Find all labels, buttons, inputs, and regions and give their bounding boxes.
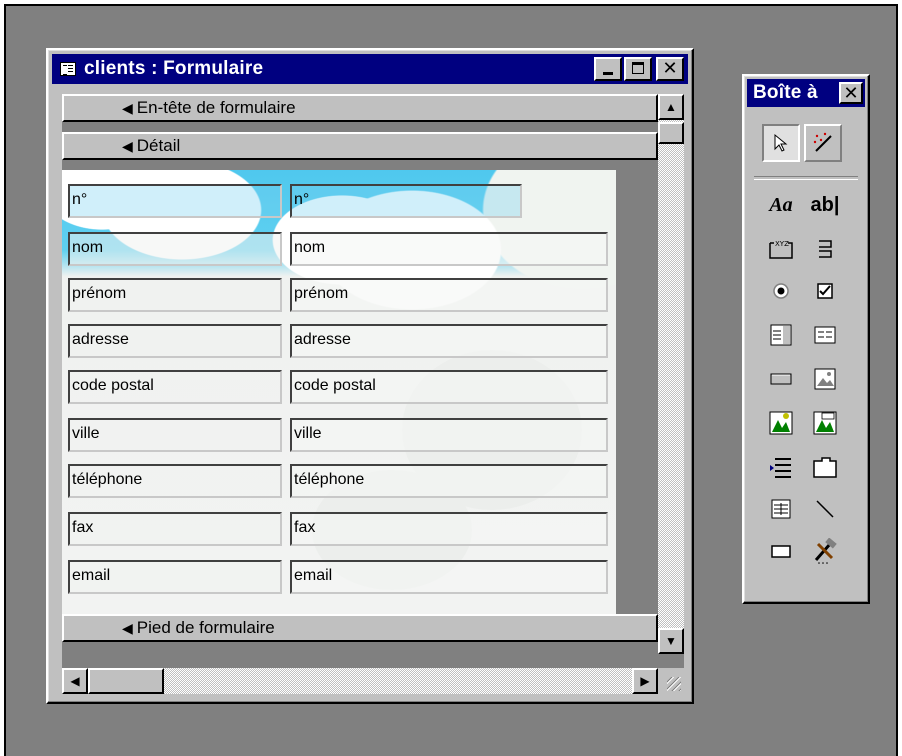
command-button-icon <box>770 373 792 385</box>
page-break-icon <box>770 458 791 478</box>
pointer-icon <box>774 133 788 152</box>
minimize-button[interactable] <box>594 57 622 81</box>
bound-object-icon <box>813 411 837 435</box>
image-icon <box>814 368 836 390</box>
form-titlebar[interactable]: clients : Formulaire ✕ <box>52 54 688 84</box>
scroll-up-button[interactable]: ▲ <box>658 94 684 120</box>
combo-box-icon <box>770 324 792 346</box>
toolbox-title: Boîte à <box>753 82 818 103</box>
textbox-tool[interactable]: ab| <box>806 186 844 224</box>
form-footer-bar[interactable]: ◀ Pied de formulaire <box>62 614 658 642</box>
textbox-telephone[interactable]: téléphone <box>290 464 608 498</box>
list-box-tool[interactable] <box>806 316 844 354</box>
option-group-icon: XYZ <box>769 240 793 259</box>
form-header-bar[interactable]: ◀ En-tête de formulaire <box>62 94 658 122</box>
unbound-object-icon <box>769 411 793 435</box>
rectangle-tool[interactable] <box>762 532 800 570</box>
textbox-email[interactable]: email <box>290 560 608 594</box>
form-icon <box>60 62 76 76</box>
more-controls-tool[interactable] <box>806 532 844 570</box>
form-header-label: En-tête de formulaire <box>136 98 296 117</box>
label-email[interactable]: email <box>68 560 282 594</box>
toggle-button-tool[interactable] <box>806 230 844 268</box>
command-button-tool[interactable] <box>762 360 800 398</box>
scroll-right-button[interactable]: ▶ <box>632 668 658 694</box>
line-tool[interactable] <box>806 490 844 528</box>
option-group-tool[interactable]: XYZ <box>762 230 800 268</box>
control-wizards-tool[interactable] <box>804 124 842 162</box>
close-button[interactable]: ✕ <box>656 57 684 81</box>
line-icon <box>816 500 834 518</box>
label-tool[interactable]: Aa <box>762 186 800 224</box>
textbox-adresse[interactable]: adresse <box>290 324 608 358</box>
detail-unused-area <box>616 170 658 614</box>
magic-wand-icon <box>813 132 832 152</box>
form-design-area: ◀ En-tête de formulaire ◀ Détail n° n° n… <box>62 94 684 694</box>
toolbox-window: Boîte à ✕ Aa ab| XYZ <box>742 74 870 604</box>
scroll-left-button[interactable]: ◀ <box>62 668 88 694</box>
textbox-prenom[interactable]: prénom <box>290 278 608 312</box>
window-title: clients : Formulaire <box>84 58 264 79</box>
combo-box-tool[interactable] <box>762 316 800 354</box>
label-adresse[interactable]: adresse <box>68 324 282 358</box>
textbox-numero[interactable]: n° <box>290 184 522 218</box>
form-design-window: clients : Formulaire ✕ ◀ En-tête de form… <box>46 48 694 704</box>
label-telephone[interactable]: téléphone <box>68 464 282 498</box>
rectangle-icon <box>771 545 791 558</box>
image-tool[interactable] <box>806 360 844 398</box>
page-break-tool[interactable] <box>762 448 800 486</box>
checkbox-icon <box>817 283 833 299</box>
label-code-postal[interactable]: code postal <box>68 370 282 404</box>
vertical-scroll-thumb[interactable] <box>658 122 684 144</box>
textbox-fax[interactable]: fax <box>290 512 608 546</box>
resize-grip[interactable] <box>658 668 684 694</box>
form-footer-label: Pied de formulaire <box>136 618 275 637</box>
detail-section-bar[interactable]: ◀ Détail <box>62 132 658 160</box>
toolbox-separator <box>754 176 858 180</box>
detail-section-label: Détail <box>136 136 181 155</box>
horizontal-scroll-thumb[interactable] <box>88 668 164 694</box>
list-box-icon <box>814 326 836 344</box>
section-arrow-icon: ◀ <box>122 99 133 116</box>
section-arrow-icon: ◀ <box>122 619 133 636</box>
tab-control-tool[interactable] <box>806 448 844 486</box>
option-group-glyph: XYZ <box>775 240 789 248</box>
subform-tool[interactable] <box>762 490 800 528</box>
toolbox-close-button[interactable]: ✕ <box>839 82 863 104</box>
section-arrow-icon: ◀ <box>122 137 133 154</box>
horizontal-scrollbar[interactable]: ◀ ▶ <box>62 668 658 694</box>
toolbox-titlebar[interactable]: Boîte à ✕ <box>747 79 865 107</box>
maximize-button[interactable] <box>624 57 652 81</box>
bound-object-frame-tool[interactable] <box>806 404 844 442</box>
hammer-wrench-icon <box>814 538 837 564</box>
label-nom[interactable]: nom <box>68 232 282 266</box>
label-fax[interactable]: fax <box>68 512 282 546</box>
toggle-button-icon <box>819 240 832 258</box>
label-prenom[interactable]: prénom <box>68 278 282 312</box>
unbound-object-frame-tool[interactable] <box>762 404 800 442</box>
radio-button-icon <box>773 283 789 299</box>
label-ville[interactable]: ville <box>68 418 282 452</box>
textbox-nom[interactable]: nom <box>290 232 608 266</box>
detail-section[interactable]: n° n° nom nom prénom prénom adresse adre… <box>62 170 616 614</box>
check-box-tool[interactable] <box>806 272 844 310</box>
subform-icon <box>771 499 791 519</box>
label-numero[interactable]: n° <box>68 184 282 218</box>
tab-control-icon <box>813 457 837 478</box>
select-objects-tool[interactable] <box>762 124 800 162</box>
textbox-code-postal[interactable]: code postal <box>290 370 608 404</box>
scroll-down-button[interactable]: ▼ <box>658 628 684 654</box>
textbox-ville[interactable]: ville <box>290 418 608 452</box>
option-button-tool[interactable] <box>762 272 800 310</box>
vertical-scrollbar[interactable]: ▲ ▼ <box>658 94 684 654</box>
